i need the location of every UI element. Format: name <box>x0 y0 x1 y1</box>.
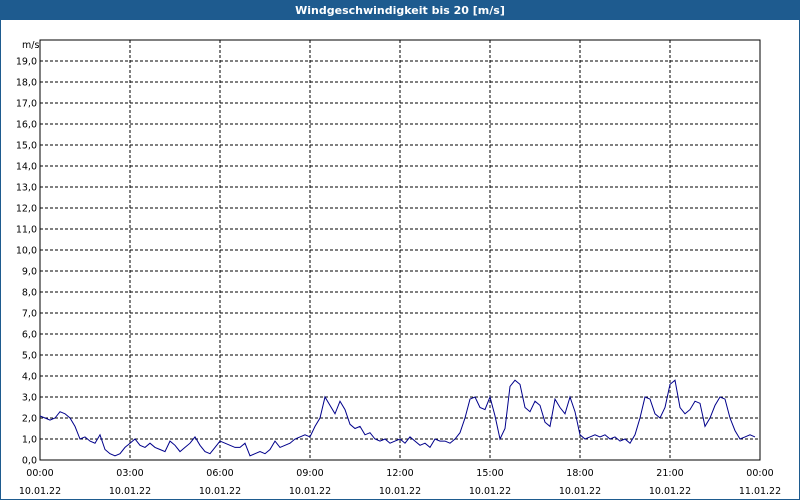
y-tick-label: 17,0 <box>16 99 37 110</box>
y-tick-label: 13,0 <box>16 183 37 194</box>
y-tick-label: 0,0 <box>22 456 37 467</box>
x-tick-time-label: 18:00 <box>566 468 593 479</box>
y-tick-label: 3,0 <box>22 393 37 404</box>
x-tick-time-label: 12:00 <box>386 468 413 479</box>
x-tick-time-label: 00:00 <box>746 468 773 479</box>
x-tick-date-label: 10.01.22 <box>19 486 61 497</box>
y-tick-label: 1,0 <box>22 435 37 446</box>
y-tick-label: 18,0 <box>16 78 37 89</box>
y-tick-label: 5,0 <box>22 351 37 362</box>
y-tick-label: 8,0 <box>22 288 37 299</box>
x-tick-date-label: 10.01.22 <box>379 486 421 497</box>
y-tick-label: 16,0 <box>16 120 37 131</box>
x-tick-date-label: 10.01.22 <box>469 486 511 497</box>
grid-layer <box>40 40 760 460</box>
y-tick-label: 11,0 <box>16 225 37 236</box>
wind-speed-chart: 0,0 1,0 2,0 3,0 4,0 5,0 6,0 7,0 8,0 9,0 10,0 11,0 12… <box>16 39 781 497</box>
y-tick-label: 19,0 <box>16 57 37 68</box>
y-axis-unit-label: m/s <box>22 40 39 51</box>
x-tick-time-label: 06:00 <box>206 468 233 479</box>
x-tick-date-label: 10.01.22 <box>109 486 151 497</box>
y-tick-label: 15,0 <box>16 141 37 152</box>
x-tick-time-label: 15:00 <box>476 468 503 479</box>
y-tick-label: 10,0 <box>16 246 37 257</box>
x-tick-time-label: 21:00 <box>656 468 683 479</box>
x-tick-date-label: 11.01.22 <box>739 486 781 497</box>
axis-layer: 0,0 1,0 2,0 3,0 4,0 5,0 6,0 7,0 8,0 9,0 10,0 11,0 12… <box>16 39 781 497</box>
x-tick-date-label: 10.01.22 <box>289 486 331 497</box>
x-tick-time-label: 03:00 <box>116 468 143 479</box>
y-tick-label: 14,0 <box>16 162 37 173</box>
y-tick-label: 7,0 <box>22 309 37 320</box>
x-tick-time-label: 09:00 <box>296 468 323 479</box>
x-tick-date-label: 10.01.22 <box>559 486 601 497</box>
y-tick-label: 6,0 <box>22 330 37 341</box>
y-tick-label: 9,0 <box>22 267 37 278</box>
y-tick-label: 4,0 <box>22 372 37 383</box>
x-tick-date-label: 10.01.22 <box>199 486 241 497</box>
x-tick-date-label: 10.01.22 <box>649 486 691 497</box>
y-tick-label: 12,0 <box>16 204 37 215</box>
y-tick-label: 2,0 <box>22 414 37 425</box>
x-tick-time-label: 00:00 <box>26 468 53 479</box>
